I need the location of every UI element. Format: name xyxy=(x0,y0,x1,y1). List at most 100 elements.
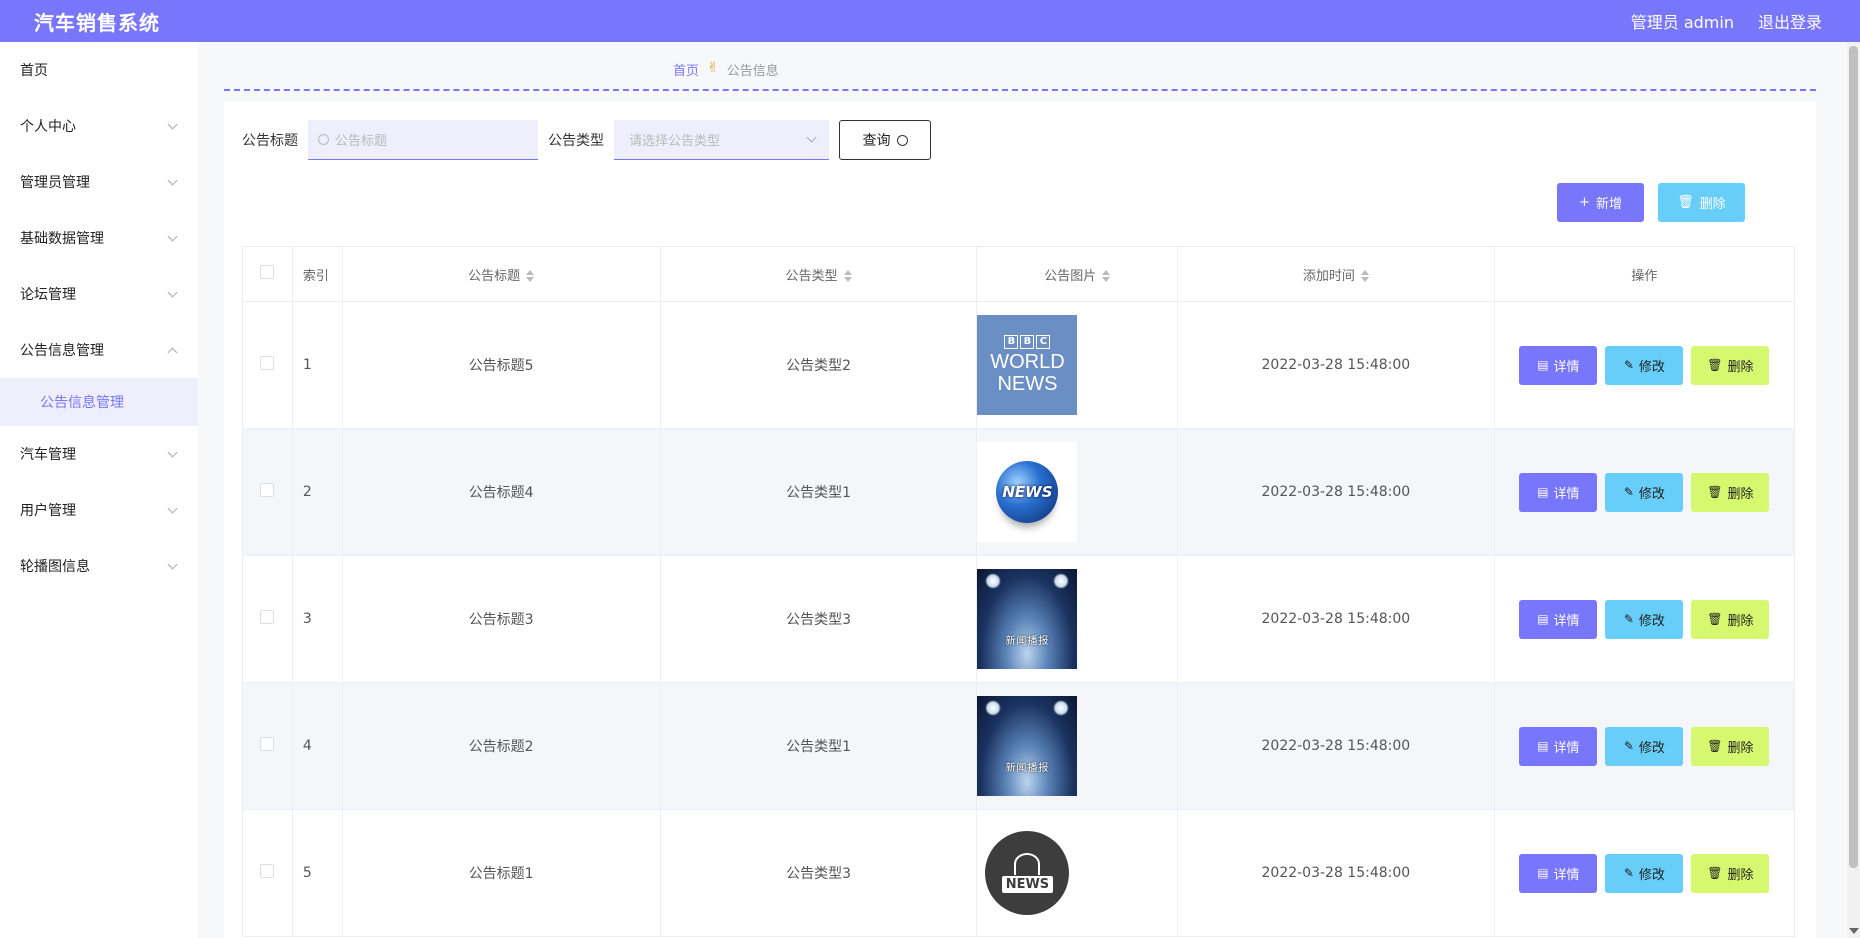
pencil-icon: ✎ xyxy=(1623,358,1634,372)
delete-button[interactable]: 🗑 删除 xyxy=(1691,599,1770,639)
detail-label: 详情 xyxy=(1553,486,1580,502)
trash-icon: 🗑 xyxy=(1707,739,1723,753)
bbc-letter: C xyxy=(1036,335,1051,349)
row-checkbox-cell xyxy=(242,682,293,810)
detail-label: 详情 xyxy=(1553,359,1580,375)
sidebar-item-home[interactable]: 首页 xyxy=(0,42,198,98)
chevron-down-icon xyxy=(167,503,178,513)
sidebar-item-forum[interactable]: 论坛管理 xyxy=(0,266,198,322)
news-globe-image[interactable]: NEWS xyxy=(977,442,1078,542)
row-checkbox[interactable] xyxy=(260,483,275,497)
delete-button[interactable]: 🗑 删除 xyxy=(1691,345,1770,385)
breadcrumb-home[interactable]: 首页 xyxy=(673,60,699,79)
sort-icon[interactable] xyxy=(526,270,535,282)
delete-button[interactable]: 🗑 删除 xyxy=(1691,472,1770,512)
row-actions: ▤ 详情 ✎ 修改 🗑 删除 xyxy=(1493,682,1796,810)
edit-button[interactable]: ✎ 修改 xyxy=(1605,345,1684,385)
sidebar-item-car[interactable]: 汽车管理 xyxy=(0,426,198,482)
news-stage-image[interactable]: 新闻播报 xyxy=(977,696,1078,796)
image-text-line: WORLD xyxy=(990,351,1065,373)
row-checkbox[interactable] xyxy=(260,356,275,370)
edit-label: 修改 xyxy=(1638,486,1665,502)
table-row: 1 公告标题5 公告类型2 BBC WORLD NEWS 2022-03-28 … xyxy=(242,301,1796,429)
sidebar-subitem-announcement[interactable]: 公告信息管理 xyxy=(0,378,198,426)
column-header-image[interactable]: 公告图片 xyxy=(976,246,1178,302)
sidebar-item-base-data[interactable]: 基础数据管理 xyxy=(0,210,198,266)
delete-button[interactable]: 🗑 删除 xyxy=(1691,853,1770,893)
search-icon xyxy=(896,134,908,146)
edit-button[interactable]: ✎ 修改 xyxy=(1605,599,1684,639)
sort-icon[interactable] xyxy=(843,270,852,282)
add-label: 新增 xyxy=(1595,197,1622,212)
row-type: 公告类型1 xyxy=(659,682,978,810)
detail-button[interactable]: ▤ 详情 xyxy=(1519,472,1598,512)
detail-button[interactable]: ▤ 详情 xyxy=(1519,345,1598,385)
row-checkbox[interactable] xyxy=(260,737,275,751)
table-row: 3 公告标题3 公告类型3 新闻播报 2022-03-28 15:48:00 ▤… xyxy=(242,555,1796,683)
row-checkbox-cell xyxy=(242,301,293,429)
document-icon: ▤ xyxy=(1537,612,1549,626)
column-header-type[interactable]: 公告类型 xyxy=(659,246,978,302)
search-bar: 公告标题 公告标题 公告类型 请选择公告类型 查询 xyxy=(242,120,931,160)
document-icon: ▤ xyxy=(1537,485,1549,499)
edit-label: 修改 xyxy=(1638,867,1665,883)
row-checkbox[interactable] xyxy=(260,610,275,624)
plus-icon: + xyxy=(1579,195,1590,210)
select-all-checkbox[interactable] xyxy=(260,265,275,279)
sidebar-item-user[interactable]: 用户管理 xyxy=(0,482,198,538)
logout-link[interactable]: 退出登录 xyxy=(1758,9,1822,33)
type-label: 公告类型 xyxy=(548,133,604,149)
detail-label: 详情 xyxy=(1553,740,1580,756)
scroll-down-icon[interactable] xyxy=(1849,928,1859,934)
sidebar-item-carousel[interactable]: 轮播图信息 xyxy=(0,538,198,594)
sort-icon[interactable] xyxy=(1102,270,1111,282)
row-checkbox[interactable] xyxy=(260,864,275,878)
add-button[interactable]: + 新增 xyxy=(1557,183,1644,222)
sidebar-item-label: 个人中心 xyxy=(20,119,76,135)
document-icon: ▤ xyxy=(1537,739,1549,753)
delete-button[interactable]: 🗑 删除 xyxy=(1691,726,1770,766)
globe-icon xyxy=(1014,853,1041,875)
row-time: 2022-03-28 15:48:00 xyxy=(1176,555,1495,683)
column-header-time[interactable]: 添加时间 xyxy=(1176,246,1495,302)
edit-button[interactable]: ✎ 修改 xyxy=(1605,853,1684,893)
sidebar-item-profile[interactable]: 个人中心 xyxy=(0,98,198,154)
document-icon: ▤ xyxy=(1537,358,1549,372)
detail-button[interactable]: ▤ 详情 xyxy=(1519,726,1598,766)
detail-label: 详情 xyxy=(1553,867,1580,883)
detail-label: 详情 xyxy=(1553,613,1580,629)
sort-icon[interactable] xyxy=(1360,270,1369,282)
row-type: 公告类型1 xyxy=(659,428,978,556)
sidebar: 首页 个人中心 管理员管理 基础数据管理 论坛管理 公告信息管理 公告信息管理 … xyxy=(0,42,198,938)
top-header: 汽车销售系统 管理员 admin 退出登录 xyxy=(0,0,1860,42)
query-button[interactable]: 查询 xyxy=(839,120,931,160)
page-scrollbar[interactable] xyxy=(1847,42,1860,938)
type-select[interactable]: 请选择公告类型 xyxy=(614,120,829,160)
pencil-icon: ✎ xyxy=(1623,485,1634,499)
batch-delete-button[interactable]: 🗑 删除 xyxy=(1658,183,1745,222)
detail-button[interactable]: ▤ 详情 xyxy=(1519,599,1598,639)
hand-icon: ✌ xyxy=(707,60,719,76)
announcement-table: 索引 公告标题 公告类型 公告图片 添加时间 操作 1 公告标题5 公告类型2 xyxy=(242,246,1796,937)
sidebar-item-announcement[interactable]: 公告信息管理 xyxy=(0,322,198,378)
edit-button[interactable]: ✎ 修改 xyxy=(1605,726,1684,766)
delete-label: 删除 xyxy=(1727,867,1754,883)
query-label: 查询 xyxy=(862,133,891,149)
chevron-down-icon xyxy=(806,132,817,143)
edit-label: 修改 xyxy=(1638,359,1665,375)
column-header-actions: 操作 xyxy=(1493,246,1796,302)
detail-button[interactable]: ▤ 详情 xyxy=(1519,853,1598,893)
column-header-title[interactable]: 公告标题 xyxy=(341,246,661,302)
news-stage-image[interactable]: 新闻播报 xyxy=(977,569,1078,669)
delete-label: 删除 xyxy=(1727,613,1754,629)
sidebar-item-admin[interactable]: 管理员管理 xyxy=(0,154,198,210)
news-circle-image[interactable]: NEWS xyxy=(977,823,1078,923)
edit-button[interactable]: ✎ 修改 xyxy=(1605,472,1684,512)
title-search-input[interactable]: 公告标题 xyxy=(308,120,538,160)
scrollbar-thumb[interactable] xyxy=(1849,46,1858,868)
table-row: 5 公告标题1 公告类型3 NEWS 2022-03-28 15:48:00 ▤… xyxy=(242,809,1796,937)
breadcrumb: 首页 ✌ 公告信息 xyxy=(224,60,1816,91)
delete-label: 删除 xyxy=(1727,486,1754,502)
trash-icon: 🗑 xyxy=(1707,485,1723,499)
bbc-world-news-image[interactable]: BBC WORLD NEWS xyxy=(977,315,1078,415)
